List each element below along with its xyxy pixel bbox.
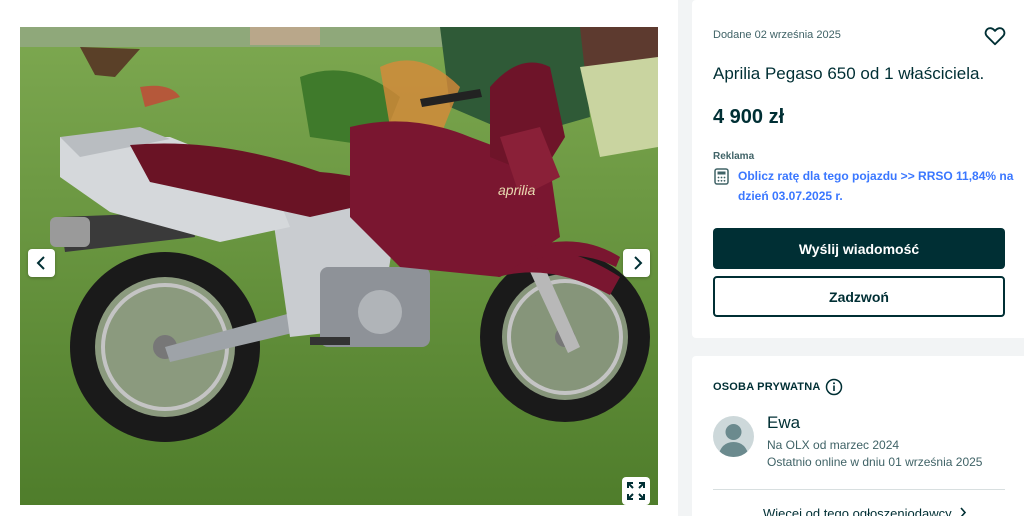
seller-last-online: Ostatnio online w dniu 01 września 2025 bbox=[767, 455, 983, 469]
seller-type-label: OSOBA PRYWATNA bbox=[713, 381, 821, 393]
chevron-right-icon bbox=[960, 507, 967, 516]
listing-price: 4 900 zł bbox=[713, 106, 785, 128]
send-message-button[interactable]: Wyślij wiadomość bbox=[713, 228, 1005, 269]
heart-icon bbox=[984, 27, 1006, 46]
call-button[interactable]: Zadzwoń bbox=[713, 276, 1005, 317]
seller-member-since: Na OLX od marzec 2024 bbox=[767, 438, 900, 452]
favorite-button[interactable] bbox=[984, 25, 1006, 47]
gallery-prev-button[interactable] bbox=[28, 249, 55, 277]
avatar bbox=[713, 416, 754, 457]
chevron-right-icon bbox=[633, 256, 642, 270]
seller-name[interactable]: Ewa bbox=[767, 413, 800, 433]
more-from-seller-label: Więcej od tego ogłoszeniodawcy bbox=[763, 506, 952, 516]
info-icon[interactable] bbox=[825, 378, 843, 396]
fullscreen-button[interactable] bbox=[622, 477, 650, 505]
listing-title: Aprilia Pegaso 650 od 1 właściciela. bbox=[713, 64, 985, 83]
seller-card: OSOBA PRYWATNA Ewa Na OLX od marzec 2024… bbox=[692, 356, 1024, 516]
user-avatar-icon bbox=[713, 416, 754, 457]
listing-photo[interactable]: aprilia bbox=[20, 27, 658, 505]
expand-icon bbox=[627, 482, 645, 500]
calculator-icon bbox=[714, 168, 729, 185]
photo-brand-text: aprilia bbox=[498, 182, 536, 198]
listing-details-card: Dodane 02 września 2025 Aprilia Pegaso 6… bbox=[692, 0, 1024, 338]
ad-label: Reklama bbox=[713, 151, 755, 162]
gallery-next-button[interactable] bbox=[623, 249, 650, 277]
more-from-seller-link[interactable]: Więcej od tego ogłoszeniodawcy bbox=[763, 506, 967, 516]
motorcycle-photo: aprilia bbox=[20, 27, 658, 505]
divider bbox=[713, 489, 1005, 490]
listing-date: Dodane 02 września 2025 bbox=[713, 29, 841, 41]
financing-link[interactable]: Oblicz ratę dla tego pojazdu >> RRSO 11,… bbox=[738, 166, 1018, 206]
chevron-left-icon bbox=[36, 256, 45, 270]
image-gallery: aprilia bbox=[0, 0, 678, 516]
